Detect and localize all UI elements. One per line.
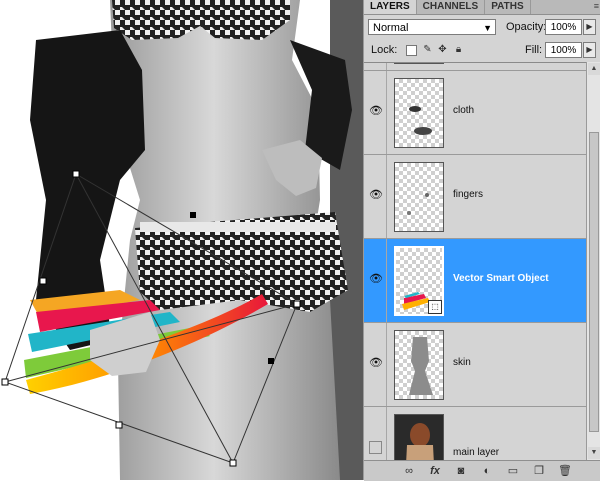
lock-brush-icon[interactable]: ✎ [422,44,433,55]
scroll-up-icon[interactable]: ▲ [588,63,600,75]
lock-all-icon[interactable]: 🔒︎ [453,44,464,55]
adjustment-icon[interactable]: ◐ [480,464,494,478]
layer-name: Vector Smart Object [453,273,549,284]
layer-name: main layer [453,447,500,458]
opacity-input[interactable]: 100% [545,19,582,35]
layer-row-skin[interactable]: 👁︎ skin [364,323,586,407]
layer-name: skin [453,357,471,368]
layer-row-fingers[interactable]: 👁︎ fingers [364,155,586,239]
layer-thumbnail [394,78,444,148]
eye-icon[interactable]: 👁︎ [369,273,383,286]
lock-move-icon[interactable]: ✥ [437,44,448,55]
fill-arrow-icon[interactable]: ▶ [583,42,596,58]
link-icon[interactable]: ∞ [402,464,416,478]
opacity-arrow-icon[interactable]: ▶ [583,19,596,35]
smart-object-icon: ⬚ [428,300,442,314]
layer-thumbnail: ⬚ [394,246,444,316]
layer-row-main-layer[interactable]: main layer [364,407,586,461]
eye-icon[interactable]: 👁︎ [369,105,383,118]
panel-menu-icon[interactable]: ≡ [594,1,599,11]
blend-mode-value: Normal [373,22,409,34]
canvas-artwork [0,0,363,480]
eye-icon[interactable]: 👁︎ [369,357,383,370]
scroll-thumb[interactable] [589,132,599,432]
layer-thumbnail [394,63,444,64]
new-layer-icon[interactable]: ❐ [532,464,546,478]
opacity-label: Opacity: [506,21,547,33]
chevron-down-icon: ▼ [483,23,492,33]
layer-thumbnail [394,162,444,232]
folder-icon[interactable]: ▭ [506,464,520,478]
lock-label: Lock: [371,44,398,56]
layers-panel: LAYERS CHANNELS PATHS ≡ Normal ▼ Opacity… [363,0,600,481]
lock-transparent-icon[interactable] [406,45,417,56]
layer-name: fingers [453,189,484,200]
layer-row-vector-smart-object[interactable]: 👁︎ ⬚ Vector Smart Object [364,239,586,323]
tab-paths[interactable]: PATHS [485,0,531,14]
visibility-column [364,63,387,70]
trash-icon[interactable]: 🗑︎ [558,464,572,478]
panel-tabs: LAYERS CHANNELS PATHS ≡ [364,0,600,15]
layers-list: 👁︎ cloth 👁︎ fingers 👁︎ ⬚ Vector Smart Ob… [364,62,586,461]
fill-input[interactable]: 100% [545,42,582,58]
mask-icon[interactable]: ◙ [454,464,468,478]
panel-bottom-bar: ∞ fx ◙ ◐ ▭ ❐ 🗑︎ [364,460,600,481]
eye-icon[interactable]: 👁︎ [369,189,383,202]
layer-thumbnail [394,414,444,461]
layer-name: cloth [453,105,475,116]
scroll-down-icon[interactable]: ▼ [588,447,600,459]
fill-label: Fill: [525,44,543,56]
tab-channels[interactable]: CHANNELS [417,0,486,14]
layers-scrollbar[interactable]: ▲ ▼ [586,62,600,460]
blend-mode-select[interactable]: Normal ▼ [368,19,496,35]
layer-row-cloth[interactable]: 👁︎ cloth [364,71,586,155]
layer-row-partial[interactable] [364,63,586,71]
document-canvas[interactable] [0,0,363,480]
fx-icon[interactable]: fx [428,464,442,478]
layer-thumbnail [394,330,444,400]
tab-layers[interactable]: LAYERS [364,0,417,14]
visibility-off-icon[interactable] [369,441,382,454]
